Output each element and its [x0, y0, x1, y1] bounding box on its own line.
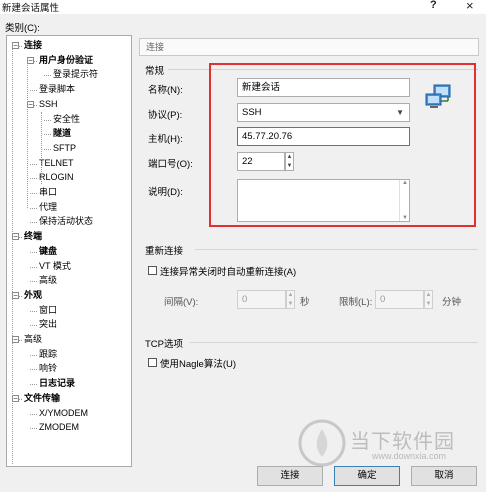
auto-reconnect-checkbox[interactable] — [148, 266, 157, 275]
ok-button[interactable]: 确定 — [334, 466, 400, 486]
tree-guide-line — [27, 58, 28, 208]
tree-collapse-icon[interactable]: − — [12, 291, 19, 299]
tree-collapse-icon[interactable]: − — [12, 42, 19, 50]
protocol-label: 协议(P): — [148, 110, 183, 121]
tree-item[interactable]: 保持活动状态 — [39, 216, 93, 227]
tree-item[interactable]: 用户身份验证 — [39, 55, 93, 66]
tree-item[interactable]: SFTP — [53, 143, 76, 154]
interval-spinner[interactable]: ▲ ▼ — [286, 290, 295, 309]
tree-guide-line — [41, 112, 42, 184]
tree-connector — [30, 251, 37, 253]
tree-connector — [30, 90, 37, 92]
tree-connector — [30, 163, 37, 165]
tree-item[interactable]: 文件传输 — [24, 393, 60, 404]
spin-up-icon[interactable]: ▲ — [287, 291, 294, 300]
reconnect-separator — [195, 249, 478, 250]
tcp-group-title: TCP选项 — [145, 339, 184, 350]
auto-reconnect-label: 连接异常关闭时自动重新连接(A) — [160, 267, 297, 278]
tree-item[interactable]: 日志记录 — [39, 378, 75, 389]
tree-guide-line — [12, 44, 13, 464]
tree-item[interactable]: 外观 — [24, 290, 42, 301]
tree-collapse-icon[interactable]: − — [12, 336, 19, 344]
connect-button[interactable]: 连接 — [257, 466, 323, 486]
watermark-url: www.downxia.com — [372, 451, 447, 461]
help-button[interactable]: ? — [430, 0, 437, 11]
tree-connector — [30, 428, 37, 430]
tree-collapse-icon[interactable]: − — [27, 100, 34, 108]
interval-label: 间隔(V): — [164, 297, 199, 308]
tree-item[interactable]: 登录脚本 — [39, 84, 75, 95]
tree-connector — [30, 310, 37, 312]
tree-item[interactable]: 隧道 — [53, 128, 71, 139]
limit-label: 限制(L): — [339, 297, 373, 308]
tree-item[interactable]: RLOGIN — [39, 172, 74, 183]
tree-item[interactable]: 键盘 — [39, 246, 57, 257]
description-label: 说明(D): — [148, 187, 183, 198]
tree-item[interactable]: VT 模式 — [39, 261, 71, 272]
watermark-brand: 当下软件园 — [350, 431, 455, 453]
tree-collapse-icon[interactable]: − — [12, 394, 19, 402]
tree-item[interactable]: 响铃 — [39, 363, 57, 374]
watermark-logo-icon — [298, 419, 346, 467]
category-label: 类别(C): — [5, 23, 40, 34]
interval-input[interactable]: 0 — [237, 290, 286, 309]
tree-item[interactable]: 高级 — [24, 334, 42, 345]
tree-connector — [30, 384, 37, 386]
section-header: 连接 — [139, 38, 479, 56]
port-label: 端口号(O): — [148, 159, 193, 170]
tcp-separator — [190, 342, 478, 343]
limit-input[interactable]: 0 — [375, 290, 424, 309]
tree-item[interactable]: 安全性 — [53, 114, 80, 125]
tree-item[interactable]: 连接 — [24, 40, 42, 51]
tree-connector — [44, 148, 51, 150]
nagle-checkbox[interactable] — [148, 358, 157, 367]
host-label: 主机(H): — [148, 134, 183, 145]
tree-collapse-icon[interactable]: − — [27, 56, 34, 64]
tree-connector — [30, 281, 37, 283]
tree-connector — [44, 75, 51, 77]
tree-connector — [30, 178, 37, 180]
seconds-unit: 秒 — [300, 297, 310, 308]
tree-connector — [30, 325, 37, 327]
reconnect-group-title: 重新连接 — [145, 246, 184, 257]
tree-item[interactable]: 窗口 — [39, 305, 57, 316]
spin-up-icon[interactable]: ▲ — [425, 291, 432, 300]
name-label: 名称(N): — [148, 85, 183, 96]
tree-connector — [30, 354, 37, 356]
tree-item[interactable]: 代理 — [39, 202, 57, 213]
category-tree[interactable]: 连接 − 用户身份验证 − 登录提示符 登录脚本 SSH − 安全性 隧道 SFTP TELNET RL… — [6, 35, 132, 467]
tree-item[interactable]: 高级 — [39, 275, 57, 286]
tree-connector — [44, 119, 51, 121]
general-group-title: 常规 — [145, 66, 165, 77]
highlight-box — [209, 63, 476, 227]
window-title: 新建会话属性 — [2, 3, 60, 14]
tree-connector — [30, 222, 37, 224]
tree-item[interactable]: 终端 — [24, 231, 42, 242]
spin-down-icon[interactable]: ▼ — [287, 300, 294, 309]
tree-connector — [30, 207, 37, 209]
tree-item[interactable]: 跟踪 — [39, 349, 57, 360]
spin-down-icon[interactable]: ▼ — [425, 300, 432, 309]
tree-connector — [30, 266, 37, 268]
close-button[interactable]: × — [466, 0, 474, 13]
tree-item[interactable]: X/YMODEM — [39, 408, 88, 419]
cancel-button[interactable]: 取消 — [411, 466, 477, 486]
tree-connector — [30, 413, 37, 415]
tree-item[interactable]: 突出 — [39, 319, 57, 330]
title-bar — [0, 0, 486, 14]
tree-connector — [44, 134, 51, 136]
tree-connector — [30, 369, 37, 371]
limit-spinner[interactable]: ▲ ▼ — [424, 290, 433, 309]
tree-item[interactable]: 串口 — [39, 187, 57, 198]
tree-item[interactable]: TELNET — [39, 158, 74, 169]
tree-item[interactable]: 登录提示符 — [53, 69, 98, 80]
tree-connector — [30, 193, 37, 194]
minutes-unit: 分钟 — [442, 297, 462, 308]
tree-item[interactable]: ZMODEM — [39, 422, 79, 433]
tree-item[interactable]: SSH — [39, 99, 58, 110]
nagle-label: 使用Nagle算法(U) — [160, 359, 237, 370]
tree-collapse-icon[interactable]: − — [12, 233, 19, 241]
